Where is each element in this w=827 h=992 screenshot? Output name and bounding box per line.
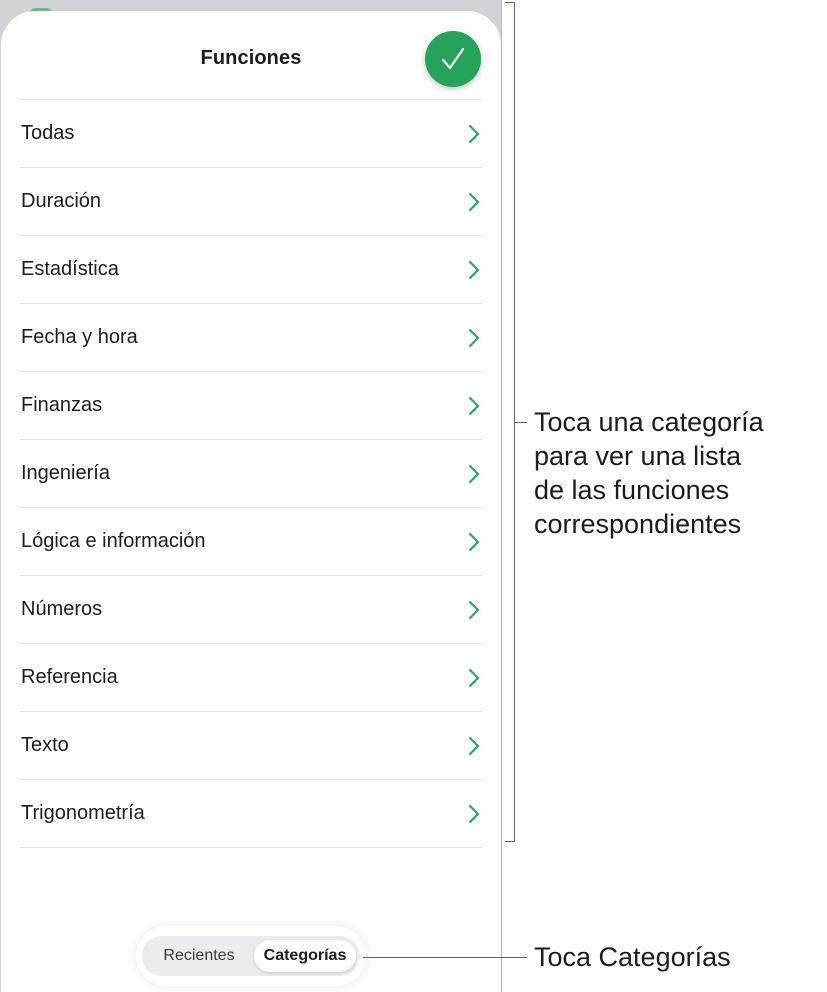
chevron-right-icon <box>469 328 479 347</box>
category-row[interactable]: Todas <box>20 100 482 168</box>
category-label: Todas <box>21 122 75 144</box>
category-row[interactable]: Números <box>20 576 482 644</box>
figure: Funciones Todas Duración Estadística Fecha … <box>0 0 827 992</box>
tab-recientes[interactable]: Recientes <box>146 940 252 972</box>
category-label: Fecha y hora <box>21 326 138 348</box>
callout-bracket-tick <box>515 422 527 423</box>
category-row[interactable]: Referencia <box>20 644 482 712</box>
segmented-control: Recientes Categorías <box>142 936 360 976</box>
category-row[interactable]: Fecha y hora <box>20 304 482 372</box>
checkmark-icon <box>441 47 465 70</box>
segmented-control-container: Recientes Categorías <box>136 926 366 986</box>
chevron-right-icon <box>469 736 479 755</box>
category-row[interactable]: Estadística <box>20 236 482 304</box>
category-row[interactable]: Trigonometría <box>20 780 482 848</box>
functions-sheet: Funciones Todas Duración Estadística Fecha … <box>1 11 501 992</box>
done-button[interactable] <box>425 31 481 87</box>
chevron-right-icon <box>469 124 479 143</box>
chevron-right-icon <box>469 464 479 483</box>
category-label: Texto <box>21 734 69 756</box>
category-label: Números <box>21 598 103 620</box>
callout-categories-line: de las funciones <box>534 475 730 505</box>
callout-categories: Toca una categoría para ver una lista de… <box>534 405 824 541</box>
chevron-right-icon <box>469 260 479 279</box>
chevron-right-icon <box>469 532 479 551</box>
callout-tab: Toca Categorías <box>534 942 731 972</box>
callout-categories-line: para ver una lista <box>534 441 742 471</box>
category-label: Duración <box>21 190 102 212</box>
category-label: Ingeniería <box>21 462 110 484</box>
category-label: Trigonometría <box>21 802 145 824</box>
callout-bracket <box>505 2 515 842</box>
category-label: Lógica e información <box>21 530 206 552</box>
category-row[interactable]: Finanzas <box>20 372 482 440</box>
category-label: Estadística <box>21 258 119 280</box>
chevron-right-icon <box>469 192 479 211</box>
sheet-header: Funciones <box>1 11 501 101</box>
chevron-right-icon <box>469 396 479 415</box>
callout-categories-line: correspondientes <box>534 509 742 539</box>
callout-tab-leader <box>363 957 527 958</box>
tab-categorias[interactable]: Categorías <box>254 940 356 972</box>
category-row[interactable]: Ingeniería <box>20 440 482 508</box>
category-list: Todas Duración Estadística Fecha y hora Fina… <box>20 99 482 848</box>
callout-categories-line: Toca una categoría <box>534 407 764 437</box>
chevron-right-icon <box>469 668 479 687</box>
chevron-right-icon <box>469 804 479 823</box>
category-row[interactable]: Duración <box>20 168 482 236</box>
category-label: Finanzas <box>21 394 103 416</box>
chevron-right-icon <box>469 600 479 619</box>
category-row[interactable]: Texto <box>20 712 482 780</box>
category-label: Referencia <box>21 666 118 688</box>
category-row[interactable]: Lógica e información <box>20 508 482 576</box>
